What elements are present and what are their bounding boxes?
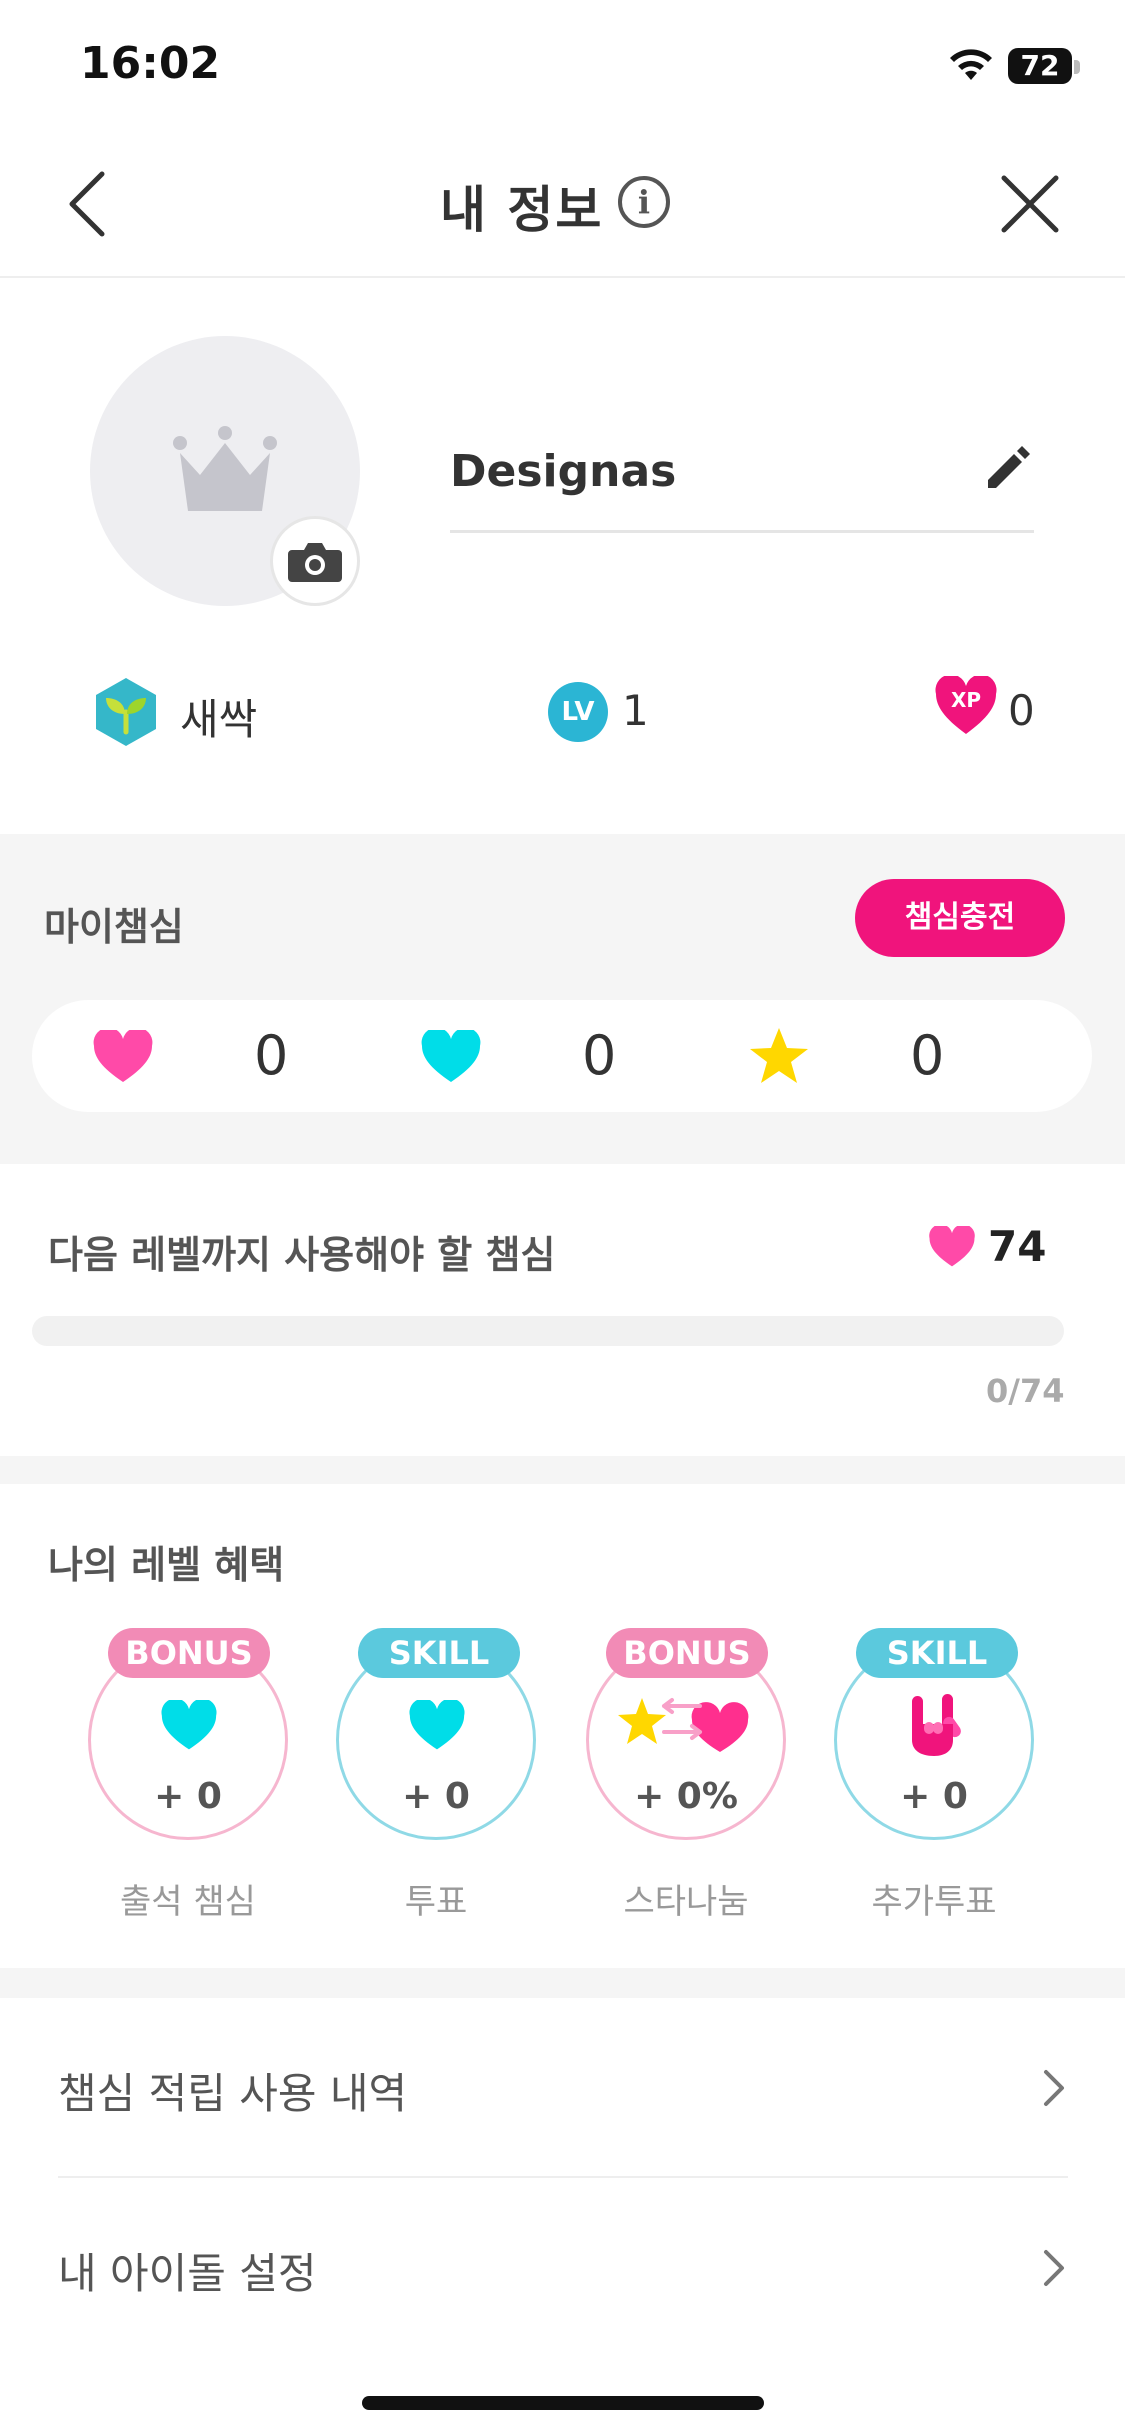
benefit-tag: SKILL	[358, 1628, 520, 1678]
nickname-underline	[450, 530, 1034, 533]
benefit-value: + 0%	[634, 1776, 738, 1817]
benefit-value: + 0	[900, 1776, 968, 1817]
benefit-tag: SKILL	[856, 1628, 1018, 1678]
level-benefits-title: 나의 레벨 혜택	[48, 1543, 285, 1587]
star-count: 0	[910, 1024, 945, 1087]
close-icon[interactable]	[998, 172, 1062, 236]
pencil-icon[interactable]	[984, 444, 1032, 492]
next-level-label: 다음 레벨까지 사용해야 할 챔심	[48, 1233, 556, 1277]
benefit-tag: BONUS	[108, 1628, 270, 1678]
cyan-heart-icon	[421, 1030, 481, 1082]
benefit-value: + 0	[154, 1776, 222, 1817]
change-photo-button[interactable]	[270, 516, 360, 606]
cyan-heart-icon	[409, 1700, 465, 1750]
grade-label: 새싹	[180, 695, 258, 744]
level-value: 1	[622, 686, 649, 735]
wifi-icon	[950, 49, 992, 80]
next-level-required: 74	[988, 1222, 1047, 1271]
chevron-right-icon	[1044, 2070, 1064, 2106]
camera-icon	[288, 543, 342, 582]
benefit-label: 스타나눔	[623, 1882, 749, 1922]
page-title: 내 정보	[440, 181, 604, 239]
benefit-tag: BONUS	[606, 1628, 768, 1678]
home-indicator	[362, 2396, 764, 2410]
menu-champsim-history[interactable]: 챔심 적립 사용 내역	[58, 2004, 1068, 2174]
benefit-value: + 0	[402, 1776, 470, 1817]
xp-badge-text: XP	[951, 688, 981, 712]
cyan-heart-icon	[161, 1700, 217, 1750]
pink-heart-count: 0	[254, 1024, 289, 1087]
rock-hand-icon	[912, 1694, 961, 1756]
crown-icon	[173, 426, 277, 511]
nav-divider	[0, 276, 1125, 278]
menu-my-idol-settings[interactable]: 내 아이돌 설정	[58, 2184, 1068, 2354]
my-champsim-title: 마이챔심	[44, 905, 184, 949]
sprout-grade-icon	[96, 678, 156, 746]
xp-value: 0	[1008, 686, 1035, 735]
charge-button[interactable]: 챔심충전	[855, 879, 1065, 957]
chevron-right-icon	[1044, 2250, 1064, 2286]
benefit-label: 추가투표	[871, 1882, 997, 1922]
pink-heart-icon	[929, 1226, 975, 1267]
info-icon[interactable]: i	[618, 176, 670, 228]
pink-heart-icon	[93, 1030, 153, 1082]
star-share-icon	[618, 1698, 749, 1752]
nickname: Designas	[450, 446, 677, 497]
menu-label: 챔심 적립 사용 내역	[58, 2069, 408, 2118]
xp-heart-icon: XP	[935, 676, 997, 734]
battery-indicator: 72	[1008, 48, 1072, 84]
benefit-label: 출석 챔심	[120, 1882, 256, 1922]
status-time: 16:02	[80, 38, 221, 89]
back-icon[interactable]	[62, 168, 114, 240]
battery-tip	[1074, 60, 1080, 74]
section-divider	[0, 1456, 1125, 1484]
level-badge: LV	[548, 682, 608, 742]
menu-label: 내 아이돌 설정	[58, 2249, 317, 2298]
benefit-label: 투표	[404, 1882, 468, 1922]
level-progress-text: 0/74	[986, 1372, 1065, 1410]
cyan-heart-count: 0	[582, 1024, 617, 1087]
level-progress-bar	[32, 1316, 1064, 1346]
menu-divider	[58, 2176, 1068, 2178]
star-icon	[750, 1028, 808, 1083]
section-divider	[0, 1968, 1125, 1998]
